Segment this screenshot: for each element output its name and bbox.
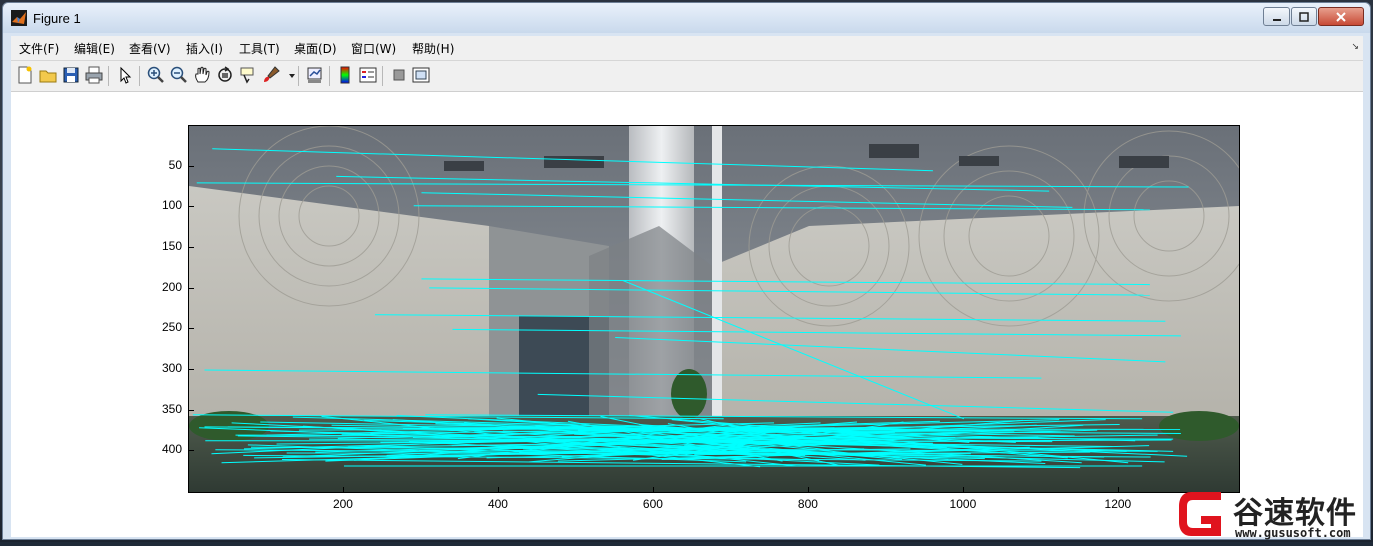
print-button[interactable] bbox=[84, 65, 104, 85]
x-tick-mark bbox=[342, 487, 344, 492]
y-tick-label: 150 bbox=[161, 239, 182, 253]
toolbar-separator bbox=[382, 66, 383, 86]
close-button[interactable] bbox=[1318, 7, 1364, 26]
menu-window[interactable]: 窗口(W) bbox=[351, 40, 396, 57]
y-tick-label: 350 bbox=[161, 401, 182, 416]
zoom-out-button[interactable] bbox=[169, 65, 189, 85]
legend-icon bbox=[359, 67, 377, 83]
show-plot-tools-icon bbox=[412, 67, 430, 83]
data-cursor-icon bbox=[240, 67, 254, 84]
brush-dropdown-button[interactable] bbox=[282, 65, 295, 85]
stitched-image bbox=[189, 126, 1239, 492]
close-icon bbox=[1336, 11, 1346, 22]
rotate-3d-icon bbox=[218, 66, 232, 82]
toolbar-separator bbox=[298, 66, 299, 86]
x-tick-label: 400 bbox=[487, 497, 508, 511]
x-tick-mark bbox=[962, 487, 964, 492]
y-tick-label: 250 bbox=[161, 320, 182, 335]
zoom-in-icon bbox=[147, 66, 164, 83]
x-tick-label: 200 bbox=[332, 497, 353, 511]
x-tick-label: 1000 bbox=[949, 497, 977, 511]
toolbar-separator bbox=[139, 66, 140, 86]
colorbar-button[interactable] bbox=[335, 65, 355, 85]
maximize-icon bbox=[1299, 11, 1309, 22]
menu-desktop[interactable]: 桌面(D) bbox=[294, 40, 337, 57]
dropdown-arrow-icon bbox=[289, 74, 295, 78]
link-plot-button[interactable] bbox=[305, 65, 325, 85]
y-tick-label: 100 bbox=[161, 198, 182, 213]
y-tick-mark bbox=[189, 247, 194, 248]
y-tick-mark bbox=[189, 206, 194, 208]
legend-button[interactable] bbox=[358, 65, 378, 85]
x-tick-mark bbox=[807, 487, 809, 492]
pointer-button[interactable] bbox=[115, 65, 135, 85]
pointer-icon bbox=[120, 66, 132, 84]
minimize-icon bbox=[1272, 18, 1281, 21]
y-tick-label: 300 bbox=[161, 361, 182, 375]
y-tick-mark bbox=[189, 287, 194, 289]
maximize-button[interactable] bbox=[1291, 7, 1317, 26]
menu-view[interactable]: 查看(V) bbox=[129, 40, 171, 57]
menu-help[interactable]: 帮助(H) bbox=[412, 40, 454, 57]
menu-bar: 文件(F) 编辑(E) 查看(V) 插入(I) 工具(T) 桌面(D) 窗口(W… bbox=[11, 36, 1363, 61]
x-tick-mark bbox=[1117, 487, 1119, 492]
y-tick-mark bbox=[189, 369, 194, 370]
y-tick-mark bbox=[189, 328, 194, 330]
brush-icon bbox=[264, 66, 280, 82]
x-tick-mark bbox=[497, 487, 499, 492]
figure-toolbar bbox=[11, 61, 1363, 92]
minimize-button[interactable] bbox=[1263, 7, 1290, 26]
x-tick-label: 1200 bbox=[1104, 497, 1132, 511]
watermark-logo: 谷速软件 www.gususoft.com bbox=[1175, 486, 1373, 542]
image-axes[interactable] bbox=[188, 125, 1240, 493]
menu-tools[interactable]: 工具(T) bbox=[239, 40, 280, 57]
zoom-out-icon bbox=[170, 66, 187, 83]
open-file-icon bbox=[39, 70, 57, 83]
link-plot-icon bbox=[307, 67, 322, 83]
x-tick-label: 800 bbox=[797, 497, 818, 511]
matlab-logo-icon bbox=[11, 10, 27, 26]
data-cursor-button[interactable] bbox=[238, 65, 258, 85]
hide-plot-tools-icon bbox=[393, 69, 405, 81]
toolbar-separator bbox=[108, 66, 109, 86]
show-plot-tools-button[interactable] bbox=[411, 65, 431, 85]
menu-edit[interactable]: 编辑(E) bbox=[74, 40, 115, 57]
window-title: Figure 1 bbox=[33, 11, 81, 26]
rotate-3d-button[interactable] bbox=[215, 65, 235, 85]
pan-button[interactable] bbox=[192, 65, 212, 85]
zoom-in-button[interactable] bbox=[146, 65, 166, 85]
title-bar[interactable]: Figure 1 bbox=[3, 3, 1370, 33]
y-tick-mark bbox=[189, 409, 194, 411]
x-tick-label: 600 bbox=[642, 497, 663, 511]
y-tick-mark bbox=[189, 165, 194, 167]
watermark-url: www.gususoft.com bbox=[1235, 526, 1351, 540]
save-button[interactable] bbox=[61, 65, 81, 85]
new-figure-button[interactable] bbox=[15, 65, 35, 85]
figure-canvas: 50 100 150 200 250 300 350 400 200 400 600 800 1000 1… bbox=[11, 92, 1363, 537]
hide-plot-tools-button[interactable] bbox=[389, 65, 409, 85]
y-tick-label: 400 bbox=[161, 442, 182, 457]
gususoft-logo-icon bbox=[1179, 492, 1221, 536]
y-tick-label: 50 bbox=[168, 157, 182, 172]
open-file-button[interactable] bbox=[38, 65, 58, 85]
y-tick-mark bbox=[189, 450, 194, 452]
y-tick-label: 200 bbox=[161, 279, 182, 294]
x-tick-mark bbox=[652, 487, 654, 492]
menu-dock-arrow-icon[interactable]: ↘ bbox=[1351, 42, 1359, 52]
toolbar-separator bbox=[329, 66, 330, 86]
save-icon bbox=[63, 67, 79, 83]
colorbar-icon bbox=[340, 66, 350, 84]
print-icon bbox=[85, 66, 103, 84]
figure-window: Figure 1 文件(F) 编辑(E) 查看(V) 插入(I) 工具(T) 桌… bbox=[2, 2, 1371, 540]
brush-button[interactable] bbox=[261, 65, 281, 85]
new-figure-icon bbox=[18, 66, 32, 84]
menu-insert[interactable]: 插入(I) bbox=[186, 40, 223, 57]
pan-icon bbox=[195, 66, 210, 83]
menu-file[interactable]: 文件(F) bbox=[19, 40, 59, 57]
